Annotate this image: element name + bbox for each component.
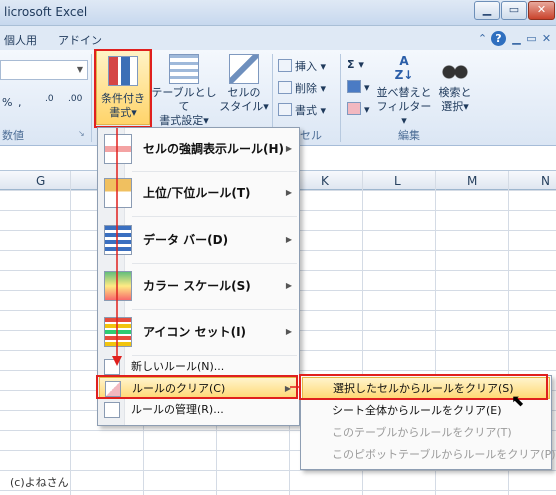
mouse-cursor-icon: ⬉ [511, 391, 525, 410]
annotation-arrows [112, 128, 300, 388]
copyright-text: (c)よねさん [10, 476, 69, 489]
annotation-arrowhead-down [112, 356, 122, 366]
